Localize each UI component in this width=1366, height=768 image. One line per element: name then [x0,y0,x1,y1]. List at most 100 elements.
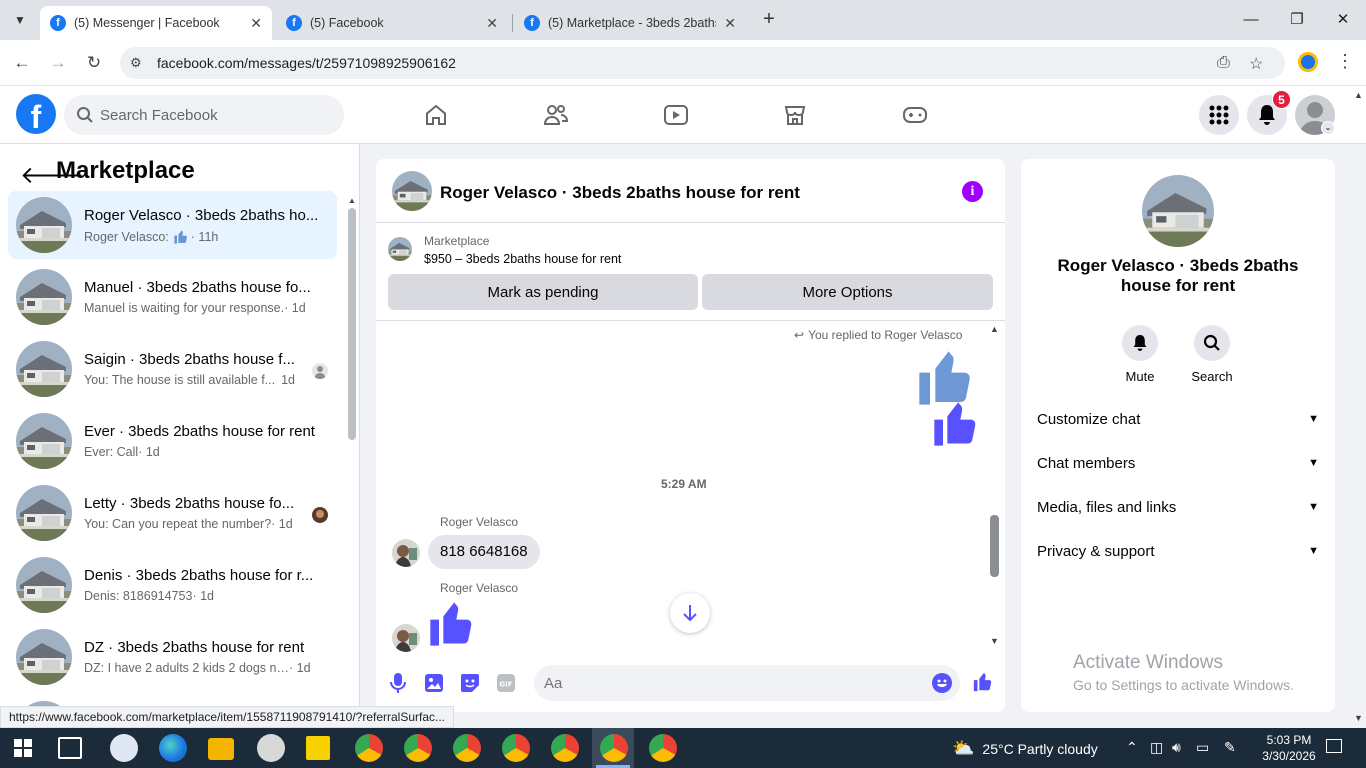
mute-action[interactable]: Mute [1110,325,1170,384]
info-icon[interactable]: i [962,181,983,202]
chrome-profile-icon[interactable] [404,734,432,762]
task-view-icon[interactable] [58,737,82,759]
weather-widget[interactable]: ⛅ 25°C Partly cloudy [952,738,1098,759]
facebook-search[interactable] [64,95,344,135]
search-icon[interactable] [1194,325,1230,361]
marketplace-nav-icon[interactable] [775,98,815,132]
listing-thumbnail[interactable] [388,237,412,261]
conversation-item[interactable]: Denis · 3beds 2baths house for r... Deni… [8,551,337,619]
gif-icon[interactable]: GIF [495,672,517,694]
notification-center-icon[interactable] [1326,739,1342,753]
forward-button[interactable]: → [45,50,71,76]
menu-grid-button[interactable] [1199,95,1239,135]
extension-icon[interactable] [1298,52,1318,72]
minimize-button[interactable]: — [1228,6,1274,34]
install-app-icon[interactable]: ⎙ [1217,54,1230,72]
list-scrollbar-thumb[interactable] [348,208,356,440]
conversation-item[interactable]: DZ · 3beds 2baths house for rent DZ: I h… [8,623,337,691]
conversation-item[interactable]: Manuel · 3beds 2baths house fo... Manuel… [8,263,337,331]
sticky-notes-icon[interactable] [306,736,330,760]
home-nav-icon[interactable] [416,98,456,132]
close-window-button[interactable]: ✕ [1320,6,1366,34]
jump-to-latest-button[interactable] [670,593,710,633]
chat-scrollbar-thumb[interactable] [990,515,999,577]
clock[interactable]: 5:03 PM 3/30/2026 [1256,732,1322,764]
close-tab-icon[interactable]: ✕ [724,15,736,32]
media-files-links-section[interactable]: Media, files and links ▼ [1037,499,1319,523]
privacy-support-section[interactable]: Privacy & support ▼ [1037,543,1319,567]
mark-as-pending-button[interactable]: Mark as pending [388,274,698,310]
message-input-wrapper[interactable] [534,665,960,701]
meet-now-icon[interactable]: ◫ [1150,739,1163,756]
tab-marketplace[interactable]: f (5) Marketplace - 3beds 2baths ✕ [514,6,746,40]
friends-nav-icon[interactable] [536,98,576,132]
account-chevron-icon[interactable]: ⌄ [1321,121,1335,135]
edge-browser-icon[interactable] [159,734,187,762]
chat-scroll-up-arrow[interactable]: ▲ [990,324,999,334]
chat-title[interactable]: Roger Velasco · 3beds 2baths house for r… [440,183,800,203]
listing-price-title[interactable]: $950 – 3beds 2baths house for rent [424,252,621,266]
facebook-logo-icon[interactable]: f [16,94,56,134]
send-like-icon[interactable] [972,671,994,693]
chrome-profile-icon[interactable] [600,734,628,762]
chrome-profile-icon[interactable] [453,734,481,762]
emoji-icon[interactable] [932,673,952,693]
back-button[interactable]: ← [9,50,35,76]
message-bubble[interactable]: 818 6648168 [428,535,540,569]
thumbs-up-icon[interactable] [426,598,478,650]
conversation-item[interactable]: Letty · 3beds 2baths house fo... You: Ca… [8,479,337,547]
network-icon[interactable]: ▭ [1196,739,1209,756]
bookmark-star-icon[interactable]: ☆ [1249,54,1263,74]
details-avatar[interactable] [1142,175,1214,247]
windows-start-icon[interactable] [14,739,32,757]
close-tab-icon[interactable]: ✕ [250,15,262,32]
partly-cloudy-icon: ⛅ [952,738,975,758]
photo-icon[interactable] [423,672,445,694]
site-settings-icon[interactable]: ⚙ [130,55,142,71]
reload-button[interactable]: ↻ [81,50,107,76]
sticker-icon[interactable] [459,672,481,694]
tab-search-dropdown[interactable]: ▼ [8,8,32,32]
browser-menu-icon[interactable]: ⋮ [1336,51,1354,72]
paint-app-icon[interactable] [257,734,285,762]
page-scroll-up-arrow[interactable]: ▲ [1354,90,1363,100]
search-action[interactable]: Search [1182,325,1242,384]
chat-scroll-down-arrow[interactable]: ▼ [990,636,999,646]
conversation-preview: DZ: I have 2 adults 2 kids 2 dogs n ... … [84,661,311,675]
file-explorer-icon[interactable] [208,738,234,760]
tab-facebook[interactable]: f (5) Facebook ✕ [276,6,508,40]
volume-icon[interactable]: 🔊︎ [1172,739,1181,756]
customize-chat-section[interactable]: Customize chat ▼ [1037,411,1319,435]
chat-members-section[interactable]: Chat members ▼ [1037,455,1319,479]
chat-avatar[interactable] [392,171,432,211]
restore-button[interactable]: ❐ [1274,6,1320,34]
conversation-item[interactable]: Ever · 3beds 2baths house for rent Ever:… [8,407,337,475]
marketplace-conversation-list: 🡐 Marketplace Roger Velasco · 3beds 2bat… [0,144,360,710]
list-scroll-up-arrow[interactable]: ▲ [348,196,356,205]
shield-app-icon[interactable] [110,734,138,762]
sender-avatar[interactable] [392,539,420,567]
bell-icon[interactable] [1122,325,1158,361]
chrome-icon[interactable] [355,734,383,762]
chrome-profile-icon[interactable] [649,734,677,762]
more-options-button[interactable]: More Options [702,274,993,310]
chevron-up-icon[interactable]: ⌃ [1126,739,1138,756]
page-scroll-down-arrow[interactable]: ▼ [1354,713,1363,723]
conversation-item[interactable]: Roger Velasco · 3beds 2baths ho... Roger… [8,191,337,259]
chrome-profile-icon[interactable] [551,734,579,762]
url-text[interactable]: facebook.com/messages/t/2597109892590616… [157,55,456,71]
address-bar[interactable]: ⚙ facebook.com/messages/t/25971098925906… [120,47,1285,79]
conversation-item[interactable]: Saigin · 3beds 2baths house f... You: Th… [8,335,337,403]
microphone-icon[interactable] [387,672,409,694]
sender-avatar[interactable] [392,624,420,652]
new-tab-button[interactable]: + [758,8,780,32]
gaming-nav-icon[interactable] [895,98,935,132]
chrome-profile-icon[interactable] [502,734,530,762]
sender-name: Roger Velasco [440,581,519,595]
tab-messenger[interactable]: f (5) Messenger | Facebook ✕ [40,6,272,40]
search-input[interactable] [100,95,330,135]
pen-icon[interactable]: ✎ [1224,739,1236,756]
message-input[interactable] [544,665,914,701]
close-tab-icon[interactable]: ✕ [486,15,498,32]
video-nav-icon[interactable] [656,98,696,132]
